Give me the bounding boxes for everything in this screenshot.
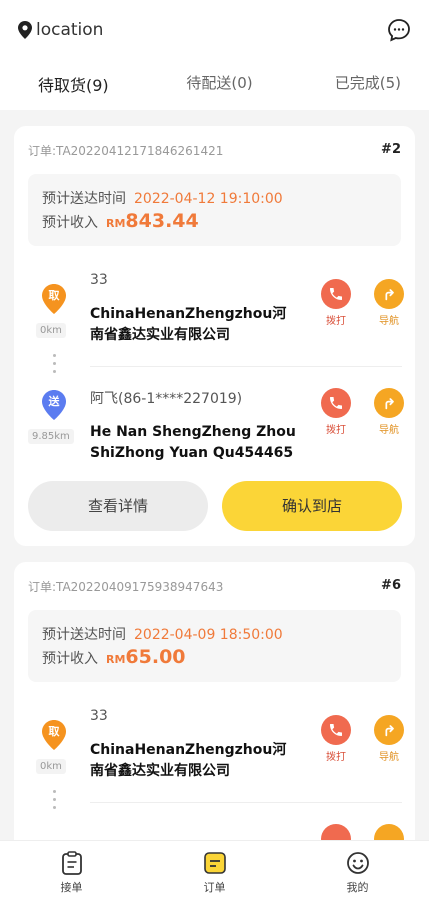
phone-icon	[330, 724, 342, 736]
income-label: 预计收入	[42, 651, 98, 667]
order-status-tabs: 待取货(9) 待配送(0) 已完成(5)	[0, 72, 429, 100]
phone-icon	[330, 288, 342, 300]
clipboard-icon	[61, 851, 82, 875]
dropoff-distance: 9.85km	[28, 429, 74, 444]
navigate-label: 导航	[379, 316, 399, 327]
pickup-distance: 0km	[36, 759, 66, 774]
eta-box: 预计送达时间 2022-04-12 19:10:00 预计收入 RM843.44	[28, 174, 401, 246]
tab-to-pickup[interactable]: 待取货(9)	[0, 72, 159, 100]
call-label: 拨打	[326, 316, 346, 327]
tab-to-deliver[interactable]: 待配送(0)	[159, 72, 280, 100]
location-selector[interactable]: location	[18, 20, 103, 40]
eta-label: 预计送达时间	[42, 191, 126, 207]
dropoff-pin-label: 送	[48, 394, 61, 408]
pickup-call-button[interactable]: 拨打	[321, 279, 351, 327]
top-bar: location 待取货(9) 待配送(0) 已完成(5)	[0, 0, 429, 110]
chat-bubble-icon[interactable]	[387, 18, 411, 42]
divider	[90, 802, 402, 803]
income-amount: 843.44	[125, 210, 199, 232]
nav-item-orders[interactable]: 订单	[143, 841, 286, 900]
order-card[interactable]: 订单:TA20220412171846261421 #2 预计送达时间 2022-…	[14, 126, 415, 546]
nav-label: 我的	[346, 881, 369, 894]
pickup-address: ChinaHenanZhengzhou河南省鑫达实业有限公司	[90, 306, 287, 343]
smiley-face-icon	[346, 852, 369, 874]
nav-item-accept-orders[interactable]: 接单	[0, 841, 143, 900]
location-pin-icon	[18, 21, 32, 39]
eta-box: 预计送达时间 2022-04-09 18:50:00 预计收入 RM65.00	[28, 610, 401, 682]
pickup-navigate-button[interactable]: 导航	[374, 715, 404, 763]
dropoff-call-button[interactable]: 拨打	[321, 388, 351, 436]
currency-label: RM	[106, 653, 126, 666]
pickup-contact: 33	[90, 708, 108, 724]
confirm-arrival-button[interactable]: 确认到店	[222, 481, 402, 531]
navigate-arrow-icon	[385, 725, 394, 737]
divider	[90, 366, 402, 367]
order-list-icon	[203, 852, 226, 874]
order-number: 订单:TA20220409175938947643	[28, 580, 224, 594]
navigate-arrow-icon	[385, 398, 394, 410]
phone-icon	[330, 397, 342, 409]
call-label: 拨打	[326, 752, 346, 763]
dropoff-address: He Nan ShengZheng Zhou ShiZhong Yuan Qu4…	[90, 424, 296, 461]
nav-label: 接单	[60, 881, 83, 894]
eta-value: 2022-04-09 18:50:00	[134, 627, 283, 643]
dropoff-pin-icon: 送	[42, 390, 66, 420]
order-card[interactable]: 订单:TA20220409175938947643 #6 预计送达时间 2022-…	[14, 562, 415, 862]
income-amount: 65.00	[125, 646, 186, 668]
route-dots	[53, 790, 56, 814]
order-number: 订单:TA20220412171846261421	[28, 144, 224, 158]
tab-completed[interactable]: 已完成(5)	[280, 72, 429, 100]
call-label: 拨打	[326, 425, 346, 436]
route-dots	[53, 354, 56, 378]
location-label: location	[36, 20, 104, 40]
navigate-arrow-icon	[385, 289, 394, 301]
eta-value: 2022-04-12 19:10:00	[134, 191, 283, 207]
nav-label: 订单	[203, 881, 226, 894]
order-index: #6	[381, 578, 401, 593]
view-details-button[interactable]: 查看详情	[28, 481, 208, 531]
income-label: 预计收入	[42, 215, 98, 231]
pickup-navigate-button[interactable]: 导航	[374, 279, 404, 327]
pickup-call-button[interactable]: 拨打	[321, 715, 351, 763]
dropoff-contact: 阿飞(86-1****227019)	[90, 391, 243, 407]
eta-label: 预计送达时间	[42, 627, 126, 643]
pickup-contact: 33	[90, 272, 108, 288]
pickup-distance: 0km	[36, 323, 66, 338]
navigate-label: 导航	[379, 425, 399, 436]
pickup-address: ChinaHenanZhengzhou河南省鑫达实业有限公司	[90, 742, 287, 779]
order-index: #2	[381, 142, 401, 157]
bottom-nav: 接单 订单 我的	[0, 840, 429, 900]
currency-label: RM	[106, 217, 126, 230]
pickup-pin-icon: 取	[42, 284, 66, 314]
pickup-pin-label: 取	[49, 289, 60, 302]
dropoff-navigate-button[interactable]: 导航	[374, 388, 404, 436]
pickup-pin-label: 取	[49, 725, 60, 738]
nav-item-profile[interactable]: 我的	[286, 841, 429, 900]
pickup-pin-icon: 取	[42, 720, 66, 750]
navigate-label: 导航	[379, 752, 399, 763]
